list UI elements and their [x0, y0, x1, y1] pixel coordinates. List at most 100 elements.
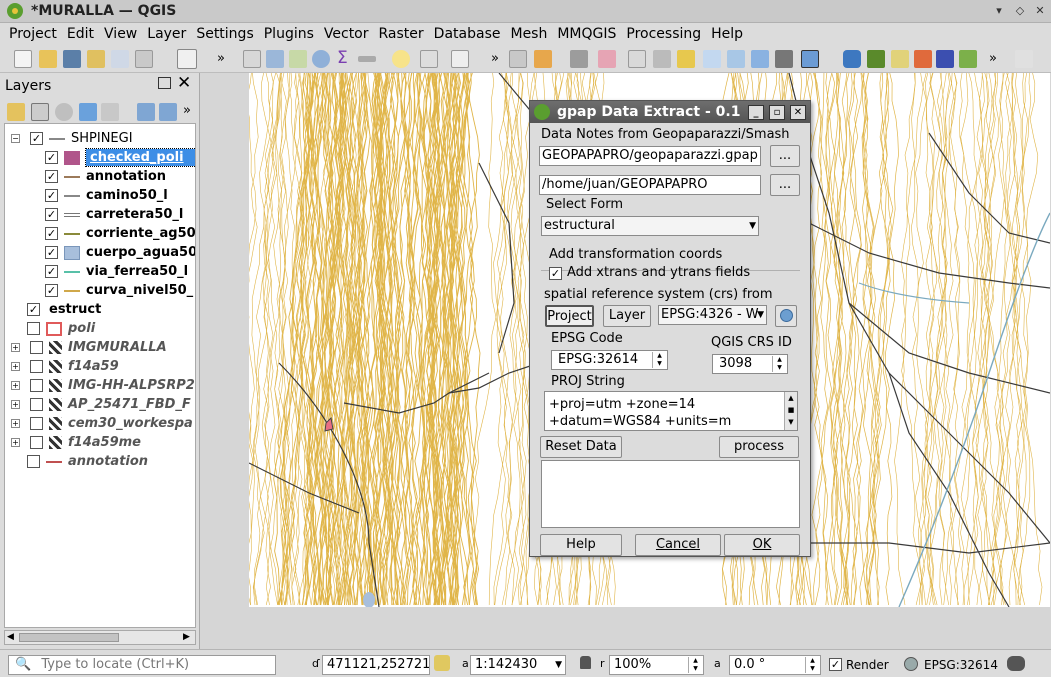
menu-raster[interactable]: Raster — [374, 26, 429, 42]
layer-visibility-checkbox[interactable] — [30, 436, 43, 449]
crs-selector-globe-icon[interactable] — [775, 305, 797, 327]
menu-project[interactable]: Project — [4, 26, 62, 42]
layer-visibility-checkbox[interactable]: ✓ — [45, 151, 58, 164]
expand-all-icon[interactable] — [137, 103, 155, 121]
magnifier-spin-icon[interactable]: ▲ ▼ — [688, 657, 702, 673]
style-manager-icon[interactable] — [135, 50, 153, 68]
dialog-maximize-button[interactable]: ▫ — [769, 105, 785, 120]
layer-visibility-checkbox[interactable]: ✓ — [45, 170, 58, 183]
browse-gpap-button[interactable]: ... — [770, 145, 800, 167]
save-project-icon[interactable] — [63, 50, 81, 68]
layer-item[interactable]: + AP_25471_FBD_F — [5, 395, 195, 414]
simplify-icon[interactable] — [703, 50, 721, 68]
menu-processing[interactable]: Processing — [621, 26, 706, 42]
field-calculator-icon[interactable] — [289, 50, 307, 68]
digitize-icon[interactable] — [509, 50, 527, 68]
layer-visibility-checkbox[interactable]: ✓ — [45, 284, 58, 297]
gpap-path-input[interactable]: GEOPAPAPRO/geopaparazzi.gpap — [539, 146, 761, 166]
layer-visibility-checkbox[interactable] — [30, 417, 43, 430]
menu-edit[interactable]: Edit — [62, 26, 99, 42]
plugin-icon-2[interactable] — [891, 50, 909, 68]
layer-item[interactable]: + IMGMURALLA — [5, 338, 195, 357]
advanced-digitize-icon[interactable] — [628, 50, 646, 68]
expand-icon[interactable]: + — [11, 438, 20, 447]
text-annotation-icon[interactable] — [451, 50, 469, 68]
expand-icon[interactable]: + — [11, 419, 20, 428]
minimize-button[interactable]: ▾ — [992, 4, 1006, 18]
form-select[interactable]: estructural ▼ — [541, 216, 759, 236]
log-output-area[interactable] — [541, 460, 800, 528]
render-checkbox[interactable]: ✓ — [829, 658, 842, 671]
split-features-icon[interactable] — [751, 50, 769, 68]
menu-help[interactable]: Help — [706, 26, 748, 42]
measure-icon[interactable] — [358, 56, 376, 62]
new-project-icon[interactable] — [14, 50, 32, 68]
layer-visibility-checkbox[interactable] — [30, 398, 43, 411]
open-project-icon[interactable] — [39, 50, 57, 68]
float-panel-icon[interactable] — [158, 77, 171, 89]
layer-item[interactable]: ✓ estruct — [5, 300, 195, 319]
scale-combo[interactable]: 1:142430 ▼ — [470, 655, 566, 675]
rotation-spin-icon[interactable]: ▲ ▼ — [805, 657, 819, 673]
layer-item[interactable]: ✓ camino50_l — [5, 186, 195, 205]
add-xy-checkbox[interactable]: ✓ — [549, 267, 562, 280]
close-panel-icon[interactable]: ✕ — [177, 73, 191, 93]
menu-database[interactable]: Database — [429, 26, 506, 42]
crs-select[interactable]: EPSG:4326 - W ▼ — [658, 305, 767, 325]
layer-visibility-checkbox[interactable] — [27, 455, 40, 468]
layer-item[interactable]: + f14a59me — [5, 433, 195, 452]
layer-item[interactable]: + IMG-HH-ALPSRP2 — [5, 376, 195, 395]
move-feature-icon[interactable] — [653, 50, 671, 68]
layer-visibility-checkbox[interactable]: ✓ — [27, 303, 40, 316]
layer-visibility-checkbox[interactable]: ✓ — [45, 246, 58, 259]
filter-icon[interactable] — [79, 103, 97, 121]
menu-view[interactable]: View — [99, 26, 142, 42]
expression-filter-icon[interactable] — [101, 103, 119, 121]
layer-item[interactable]: ✓ cuerpo_agua50 — [5, 243, 195, 262]
add-group-icon[interactable] — [31, 103, 49, 121]
cancel-button[interactable]: Cancel — [635, 534, 721, 556]
layer-visibility-checkbox[interactable]: ✓ — [45, 227, 58, 240]
menu-plugins[interactable]: Plugins — [259, 26, 319, 42]
crs-project-button[interactable]: Project — [545, 305, 594, 327]
add-ring-icon[interactable] — [727, 50, 745, 68]
layer-item[interactable]: ✓ checked_poli — [5, 148, 195, 167]
expand-icon[interactable]: + — [11, 362, 20, 371]
layer-item[interactable]: − ✓ SHPINEGI — [5, 129, 195, 148]
layer-visibility-checkbox[interactable]: ✓ — [30, 132, 43, 145]
ok-button[interactable]: OK — [724, 534, 800, 556]
layers-toolbar-overflow-icon[interactable]: » — [183, 103, 191, 118]
map-tips-icon[interactable] — [392, 50, 410, 68]
attribute-table-icon[interactable] — [266, 50, 284, 68]
lock-scale-icon[interactable] — [580, 656, 591, 669]
help-button[interactable]: Help — [540, 534, 622, 556]
layer-item[interactable]: ✓ carretera50_l — [5, 205, 195, 224]
coordinate-field[interactable]: 471121,2527213 — [322, 655, 430, 675]
layer-tree-hscrollbar[interactable]: ◀ ▶ — [4, 630, 196, 645]
menu-layer[interactable]: Layer — [142, 26, 191, 42]
reset-data-button[interactable]: Reset Data — [540, 436, 622, 458]
epsg-spin-icon[interactable]: ▲ ▼ — [652, 352, 666, 368]
dialog-close-button[interactable]: ✕ — [790, 105, 806, 120]
statistics-sigma-icon[interactable]: Σ — [337, 48, 348, 68]
crs-status-label[interactable]: EPSG:32614 — [924, 658, 998, 672]
new-print-layout-icon[interactable] — [87, 50, 105, 68]
layer-item[interactable]: ✓ corriente_ag50 — [5, 224, 195, 243]
menu-mesh[interactable]: Mesh — [505, 26, 552, 42]
layer-item[interactable]: annotation — [5, 452, 195, 471]
visibility-eye-icon[interactable] — [55, 103, 73, 121]
dialog-title-bar[interactable]: gpap Data Extract - 0.1 _ ▫ ✕ — [530, 101, 810, 123]
annotation-icon[interactable] — [420, 50, 438, 68]
layer-visibility-checkbox[interactable] — [30, 341, 43, 354]
python-console-icon[interactable] — [843, 50, 861, 68]
merge-features-icon[interactable] — [775, 50, 793, 68]
layer-item[interactable]: ✓ annotation — [5, 167, 195, 186]
plugin-icon-1[interactable] — [867, 50, 885, 68]
pan-hand-icon[interactable] — [177, 49, 197, 69]
edit-layer-icon[interactable] — [534, 50, 552, 68]
proj-string-textarea[interactable]: +proj=utm +zone=14 +datum=WGS84 +units=m… — [544, 391, 798, 431]
qgis-crs-field[interactable]: 3098 ▲ ▼ — [712, 354, 788, 374]
plugin-icon-4[interactable] — [936, 50, 954, 68]
output-path-input[interactable]: /home/juan/GEOPAPAPRO — [539, 175, 761, 195]
layer-item[interactable]: ✓ curva_nivel50_ — [5, 281, 195, 300]
